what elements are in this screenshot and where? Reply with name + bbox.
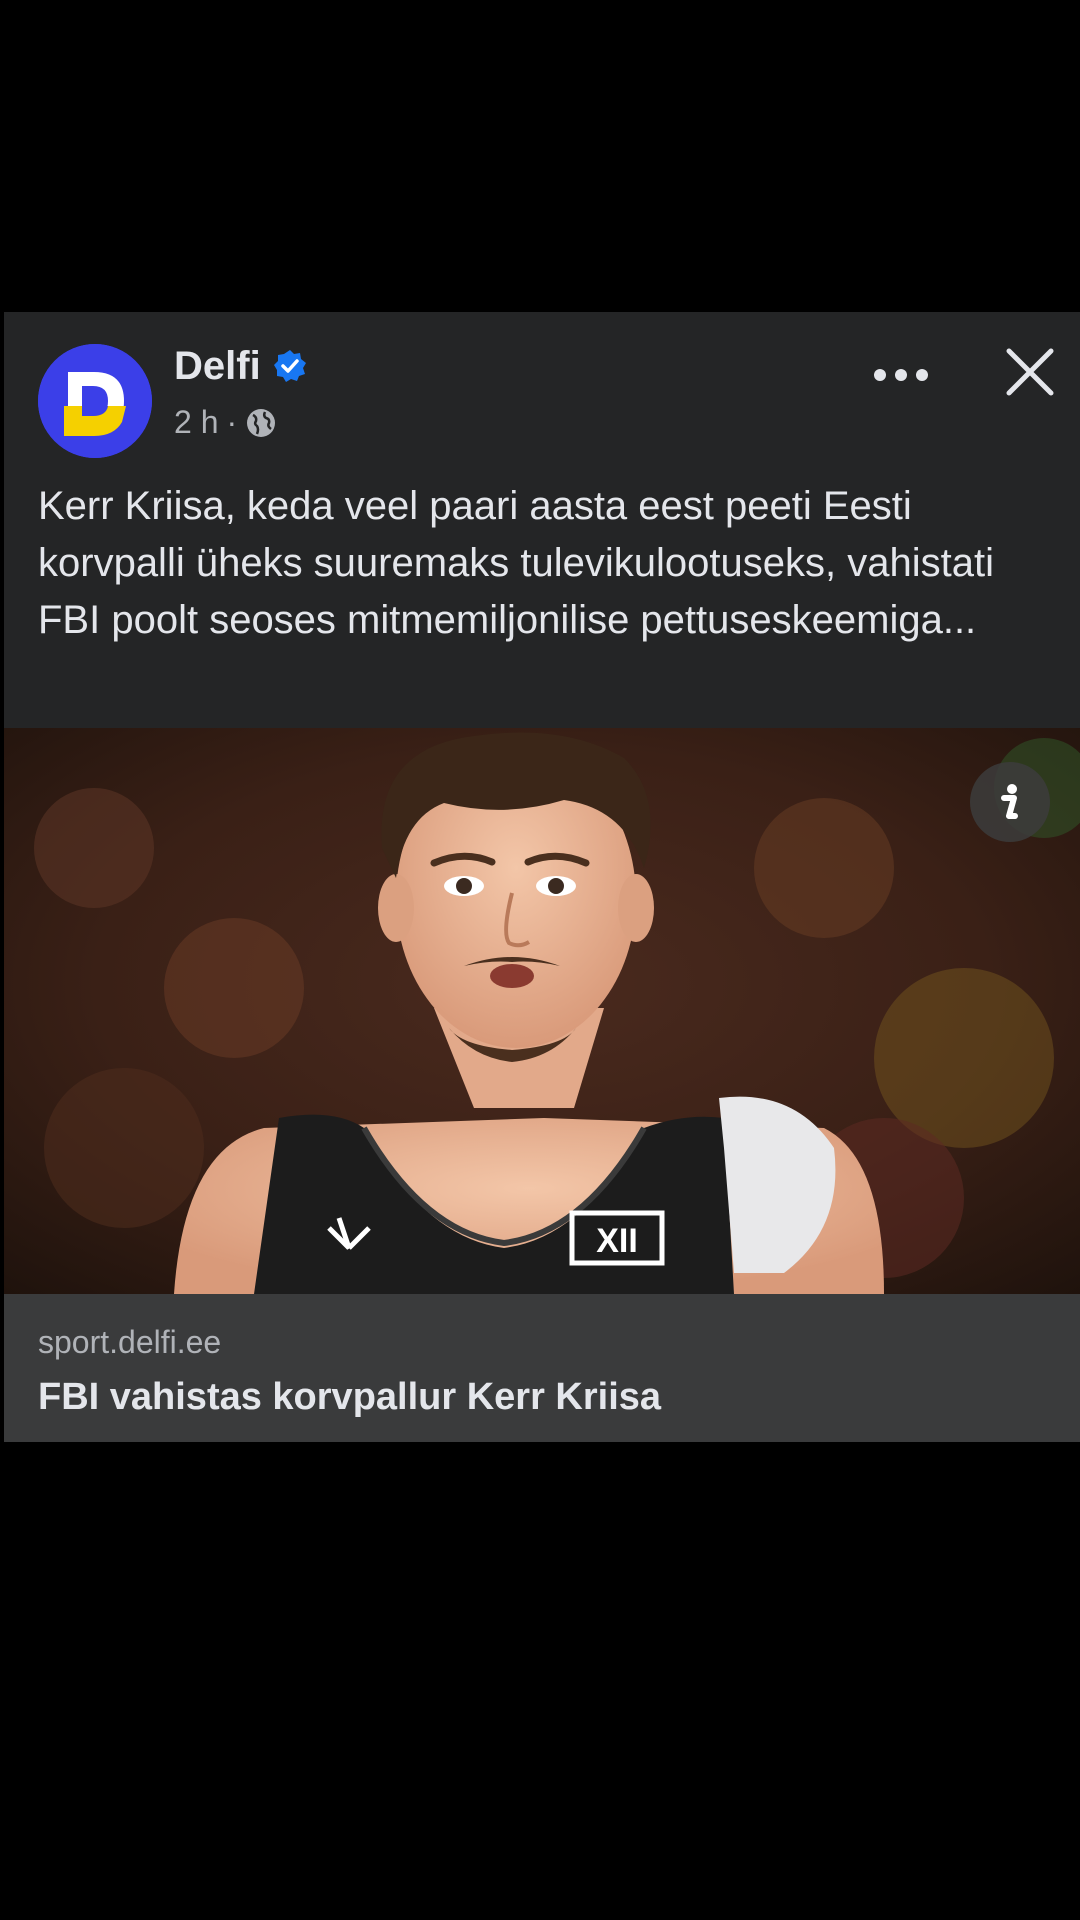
post-time[interactable]: 2 h <box>174 404 218 441</box>
more-dots-icon <box>874 369 928 381</box>
post-meta: 2 h · <box>174 404 277 441</box>
verified-badge-icon <box>273 350 306 382</box>
page-name-row: Delfi <box>174 342 307 390</box>
link-preview[interactable]: sport.delfi.ee FBI vahistas korvpallur K… <box>4 1294 1080 1442</box>
close-button[interactable] <box>996 338 1064 406</box>
globe-icon <box>247 408 276 437</box>
info-icon <box>1001 784 1018 819</box>
page-avatar[interactable] <box>38 344 152 458</box>
article-image[interactable]: XII <box>4 728 1080 1294</box>
link-domain: sport.delfi.ee <box>38 1324 222 1360</box>
post-header: Delfi 2 h · <box>4 312 1080 462</box>
svg-text:XII: XII <box>596 1222 638 1260</box>
meta-separator: · <box>226 404 238 440</box>
post-card: Delfi 2 h · Kerr Kriisa, keda veel paari… <box>4 312 1080 1442</box>
close-icon <box>1006 348 1054 396</box>
post-caption: Kerr Kriisa, keda veel paari aasta eest … <box>38 484 994 642</box>
more-options-button[interactable] <box>866 350 936 400</box>
link-title[interactable]: FBI vahistas korvpallur Kerr Kriisa <box>38 1376 661 1419</box>
page-name[interactable]: Delfi <box>174 342 261 390</box>
image-info-button[interactable] <box>970 762 1050 842</box>
delfi-logo-icon <box>38 344 152 458</box>
basketball-player-photo: XII <box>4 728 1080 1294</box>
